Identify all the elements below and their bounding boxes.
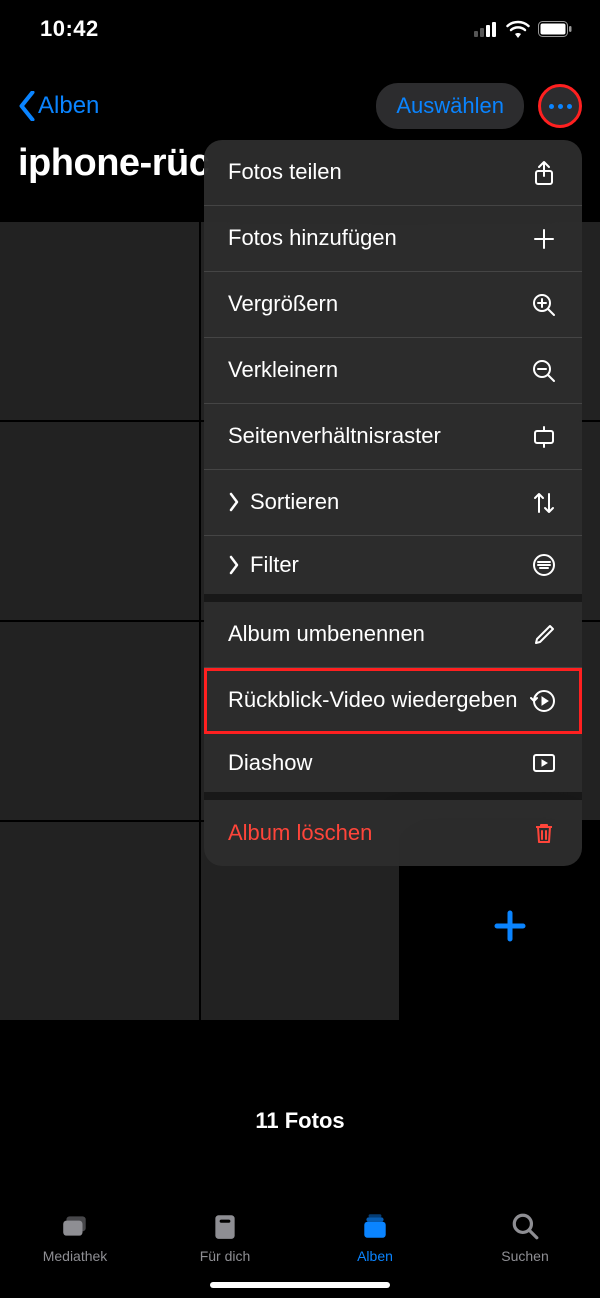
plus-icon (530, 225, 558, 253)
photo-thumbnail[interactable] (0, 822, 199, 1020)
plus-icon (493, 909, 527, 943)
menu-item-label: Diashow (228, 736, 312, 790)
aspect-grid-icon (530, 423, 558, 451)
chevron-left-icon (18, 91, 36, 121)
tab-search[interactable]: Suchen (450, 1208, 600, 1264)
menu-item-plus[interactable]: Fotos hinzufügen (204, 206, 582, 272)
chevron-right-icon (228, 492, 240, 512)
menu-item-slideshow[interactable]: Diashow (204, 734, 582, 800)
for-you-icon (208, 1208, 242, 1244)
tab-for-you[interactable]: Für dich (150, 1208, 300, 1264)
menu-item-label: Fotos teilen (228, 145, 342, 199)
menu-item-label: Verkleinern (228, 343, 338, 397)
tab-library[interactable]: Mediathek (0, 1208, 150, 1264)
menu-item-label: Seitenverhältnisraster (228, 409, 441, 463)
status-indicators (474, 20, 572, 38)
menu-item-aspect-grid[interactable]: Seitenverhältnisraster (204, 404, 582, 470)
back-button[interactable]: Alben (18, 91, 99, 121)
albums-icon (358, 1208, 392, 1244)
wifi-icon (506, 20, 530, 38)
nav-bar: Alben Auswählen (0, 78, 600, 134)
page-title: iphone-rüc (18, 142, 209, 185)
share-icon (530, 159, 558, 187)
zoom-out-icon (530, 357, 558, 385)
filter-icon (530, 551, 558, 579)
menu-item-label: Sortieren (250, 475, 339, 529)
search-icon (508, 1208, 542, 1244)
home-indicator[interactable] (210, 1282, 390, 1288)
zoom-in-icon (530, 291, 558, 319)
menu-item-filter[interactable]: Filter (204, 536, 582, 602)
sort-icon (530, 489, 558, 517)
tab-label: Mediathek (43, 1248, 108, 1264)
menu-item-label: Rückblick-Video wiedergeben (228, 673, 517, 727)
trash-icon (530, 819, 558, 847)
menu-item-zoom-out[interactable]: Verkleinern (204, 338, 582, 404)
more-options-button[interactable] (538, 84, 582, 128)
slideshow-icon (530, 749, 558, 777)
library-icon (58, 1208, 92, 1244)
photo-thumbnail[interactable] (0, 222, 199, 420)
add-button[interactable] (493, 909, 527, 943)
chevron-right-icon (228, 555, 240, 575)
photo-count: 11 Fotos (0, 1108, 600, 1134)
select-button[interactable]: Auswählen (376, 83, 524, 129)
memory-play-icon (530, 687, 558, 715)
photo-thumbnail[interactable] (0, 422, 199, 620)
tab-albums[interactable]: Alben (300, 1208, 450, 1264)
back-label: Alben (38, 92, 99, 120)
cellular-icon (474, 21, 498, 37)
menu-item-zoom-in[interactable]: Vergrößern (204, 272, 582, 338)
menu-item-trash[interactable]: Album löschen (204, 800, 582, 866)
menu-item-memory-play[interactable]: Rückblick-Video wiedergeben (204, 668, 582, 734)
tab-label: Alben (357, 1248, 393, 1264)
menu-item-label: Vergrößern (228, 277, 338, 331)
ellipsis-icon (549, 104, 572, 109)
pencil-icon (530, 621, 558, 649)
tab-label: Suchen (501, 1248, 548, 1264)
photo-thumbnail[interactable] (0, 622, 199, 820)
context-menu: Fotos teilen Fotos hinzufügen Vergrößern Ve… (204, 140, 582, 866)
menu-item-label: Fotos hinzufügen (228, 211, 397, 265)
menu-item-label: Album umbenennen (228, 607, 425, 661)
menu-item-label: Filter (250, 538, 299, 592)
menu-item-pencil[interactable]: Album umbenennen (204, 602, 582, 668)
menu-item-share[interactable]: Fotos teilen (204, 140, 582, 206)
tab-label: Für dich (200, 1248, 251, 1264)
battery-icon (538, 21, 572, 37)
status-bar: 10:42 (0, 0, 600, 58)
status-time: 10:42 (40, 16, 99, 42)
menu-item-label: Album löschen (228, 806, 372, 860)
menu-item-sort[interactable]: Sortieren (204, 470, 582, 536)
